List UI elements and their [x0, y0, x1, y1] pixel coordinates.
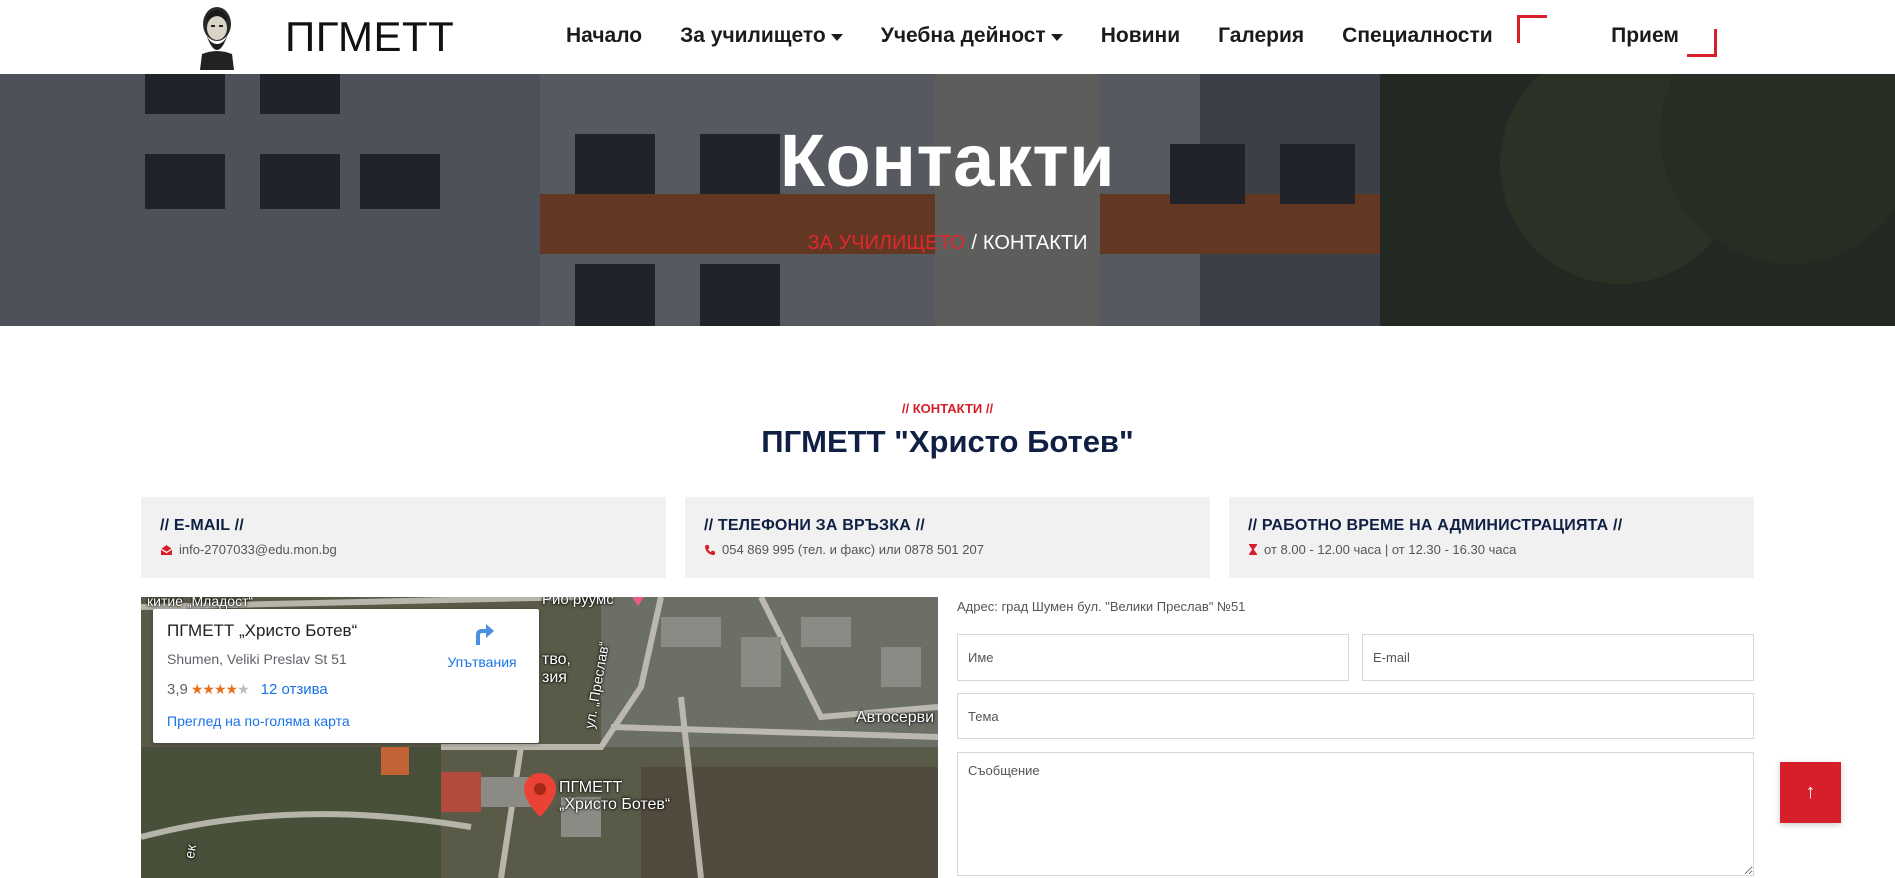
envelope-icon	[160, 544, 173, 555]
email-text[interactable]: info-2707033@edu.mon.bg	[179, 542, 337, 557]
main-nav: Начало За училището Учебна дейност Новин…	[566, 24, 1531, 48]
caret-down-icon	[1050, 33, 1063, 41]
arrow-up-icon: ↑	[1805, 781, 1816, 803]
nav-item-about[interactable]: За училището	[680, 24, 843, 48]
admission-label: Прием	[1611, 24, 1679, 47]
rating-value: 3,9	[167, 681, 188, 698]
card-content: от 8.00 - 12.00 часа | от 12.30 - 16.30 …	[1248, 542, 1735, 557]
map-place-address: Shumen, Veliki Preslav St 51	[167, 651, 347, 667]
map-place-card: ПГМЕТТ „Христо Ботев“ Shumen, Veliki Pre…	[153, 609, 539, 743]
phone-text: 054 869 995 (тел. и факс) или 0878 501 2…	[722, 542, 984, 557]
nav-item-news[interactable]: Новини	[1101, 24, 1180, 48]
page-hero: Контакти ЗА УЧИЛИЩЕТО / КОНТАКТИ	[0, 74, 1895, 326]
section-tag: // КОНТАКТИ //	[901, 401, 994, 416]
card-heading: // E-MAIL //	[160, 517, 244, 534]
map-label: китие „Младост“	[147, 597, 254, 609]
hourglass-icon	[1249, 544, 1257, 555]
directions-button[interactable]: Упътвания	[437, 621, 527, 670]
map-label: Автосерви	[856, 709, 935, 726]
breadcrumb: ЗА УЧИЛИЩЕТО / КОНТАКТИ	[0, 232, 1895, 255]
reviews-link[interactable]: 12 отзива	[261, 681, 328, 698]
nav-label: Начало	[566, 24, 643, 47]
logo-portrait-icon[interactable]	[194, 4, 240, 70]
map-label: Рио руумс	[542, 597, 614, 608]
phone-icon	[705, 544, 715, 555]
nav-label: За училището	[680, 24, 826, 47]
message-textarea[interactable]	[957, 752, 1754, 876]
map-pin-label: ПГМЕТТ	[559, 779, 623, 796]
map-poi-icon	[632, 597, 644, 606]
name-input[interactable]	[957, 634, 1349, 681]
map-rating: 3,9 ★★★★★ 12 отзива	[167, 681, 328, 698]
address-line: Адрес: град Шумен бул. "Велики Преслав" …	[957, 599, 1246, 614]
email-card: // E-MAIL // info-2707033@edu.mon.bg	[141, 497, 666, 578]
email-input[interactable]	[1362, 634, 1754, 681]
caret-down-icon	[830, 33, 843, 41]
page-title: Контакти	[779, 119, 1116, 202]
admission-button[interactable]: Прием	[1517, 15, 1717, 57]
map-label: тво,	[542, 651, 571, 668]
larger-map-link[interactable]: Преглед на по-голяма карта	[167, 713, 350, 729]
map-place-name: ПГМЕТТ „Христо Ботев“	[167, 621, 358, 640]
nav-item-gallery[interactable]: Галерия	[1218, 24, 1304, 48]
directions-icon	[476, 624, 494, 645]
nav-item-education[interactable]: Учебна дейност	[881, 24, 1063, 48]
logo-text[interactable]: ПГМЕТТ	[285, 13, 454, 61]
rating-stars-icon: ★★★★★	[190, 681, 250, 697]
site-header: ПГМЕТТ Начало За училището Учебна дейнос…	[0, 0, 1895, 74]
google-map[interactable]: китие „Младост“ Рио руумс тво, зия ул. „…	[141, 597, 938, 878]
nav-label: Специалности	[1342, 24, 1493, 47]
card-content: info-2707033@edu.mon.bg	[160, 542, 647, 557]
hours-text: от 8.00 - 12.00 часа | от 12.30 - 16.30 …	[1264, 542, 1517, 557]
map-label: зия	[542, 669, 567, 686]
hours-card: // РАБОТНО ВРЕМЕ НА АДМИНИСТРАЦИЯТА // о…	[1229, 497, 1754, 578]
corner-decoration	[1517, 15, 1547, 43]
nav-label: Новини	[1100, 24, 1181, 47]
nav-label: Учебна дейност	[880, 24, 1046, 47]
breadcrumb-parent-link[interactable]: ЗА УЧИЛИЩЕТО	[808, 232, 966, 254]
card-content: 054 869 995 (тел. и факс) или 0878 501 2…	[704, 542, 1191, 557]
nav-label: Галерия	[1218, 24, 1305, 47]
map-label: ек	[181, 843, 200, 860]
breadcrumb-current: КОНТАКТИ	[982, 232, 1088, 254]
map-pin-icon[interactable]	[523, 772, 557, 818]
nav-item-home[interactable]: Начало	[566, 24, 642, 48]
subject-input[interactable]	[957, 693, 1754, 739]
scroll-to-top-button[interactable]: ↑	[1780, 762, 1841, 823]
phone-card: // ТЕЛЕФОНИ ЗА ВРЪЗКА // 054 869 995 (те…	[685, 497, 1210, 578]
card-heading: // ТЕЛЕФОНИ ЗА ВРЪЗКА //	[704, 517, 925, 534]
directions-label: Упътвания	[447, 654, 517, 670]
nav-item-specialties[interactable]: Специалности	[1342, 24, 1492, 48]
breadcrumb-separator: /	[971, 232, 977, 254]
map-pin-label: „Христо Ботев“	[559, 796, 671, 813]
card-heading: // РАБОТНО ВРЕМЕ НА АДМИНИСТРАЦИЯТА //	[1248, 517, 1623, 534]
section-title: ПГМЕТТ "Христо Ботев"	[761, 424, 1134, 459]
